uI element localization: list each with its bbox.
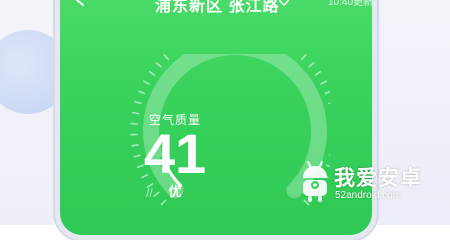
gauge-tick bbox=[148, 70, 156, 76]
gauge-tick bbox=[300, 54, 307, 61]
gauge-tick bbox=[328, 102, 330, 105]
gauge-tick bbox=[142, 80, 150, 85]
watermark-title: 我爱安卓 bbox=[334, 167, 422, 190]
watermark-url: 52android.com bbox=[335, 190, 402, 201]
android-robot-icon bbox=[303, 161, 327, 202]
update-time: 10:40更新 bbox=[328, 0, 372, 8]
gauge-tick bbox=[134, 100, 142, 105]
aqi-value: 41 bbox=[143, 122, 207, 185]
gauge-tick bbox=[320, 80, 328, 85]
gauge-tick bbox=[155, 62, 162, 68]
gauge-tick bbox=[308, 62, 315, 68]
gauge-tick bbox=[314, 70, 322, 76]
gauge-tick bbox=[163, 54, 170, 61]
aqi-level: 优 bbox=[168, 184, 182, 199]
chevron-left-icon[interactable] bbox=[74, 0, 92, 6]
gauge-tick bbox=[138, 90, 146, 95]
gauge-tick bbox=[160, 199, 167, 206]
app-header: 浦东新区 张江路 10:40更新 bbox=[60, 0, 372, 15]
location-title[interactable]: 浦东新区 张江路 bbox=[155, 0, 279, 16]
location-pin-icon[interactable] bbox=[278, 0, 290, 6]
gauge-tick bbox=[324, 90, 330, 95]
watermark: 我爱安卓 52android.com bbox=[298, 158, 450, 208]
